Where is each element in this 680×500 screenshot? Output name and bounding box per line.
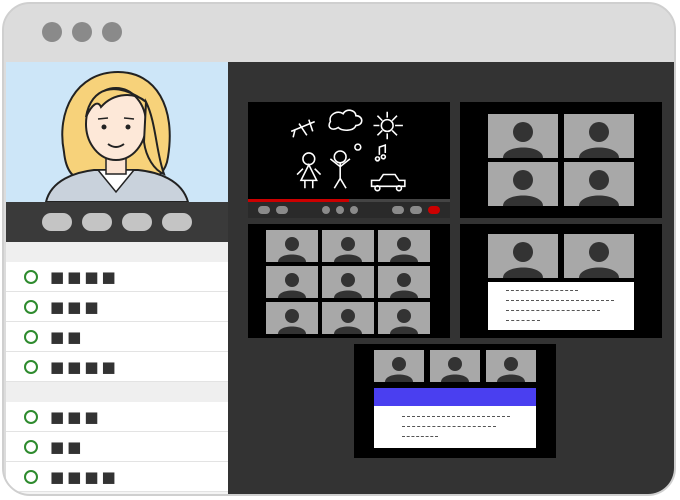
person-icon: [278, 237, 306, 262]
person-icon: [278, 309, 306, 334]
list-item[interactable]: ■■■■: [6, 262, 228, 292]
list-item-label: ■■: [50, 327, 85, 346]
status-circle-icon: [24, 409, 38, 424]
grid-notes-banner-tile[interactable]: [354, 344, 556, 458]
participant-thumb[interactable]: [564, 114, 634, 158]
self-video: [6, 62, 228, 202]
status-circle-icon: [24, 299, 38, 314]
participant-thumb[interactable]: [378, 266, 430, 298]
note-line: [506, 320, 540, 321]
featured-video-tile[interactable]: [248, 102, 450, 218]
notes-panel[interactable]: [488, 282, 634, 330]
minimize-window-button[interactable]: [72, 22, 92, 42]
volume-button[interactable]: [392, 206, 404, 214]
video-controls-bar: [248, 202, 450, 218]
person-icon: [441, 357, 469, 382]
person-icon: [390, 237, 418, 262]
participant-thumb[interactable]: [374, 350, 424, 382]
participant-thumb[interactable]: [564, 162, 634, 206]
person-icon: [385, 357, 413, 382]
notes-panel[interactable]: [374, 406, 536, 448]
list-item[interactable]: ■■■■: [6, 352, 228, 382]
participant-list: ■■■■ ■■■ ■■ ■■■■ ■■■ ■■ ■■■■: [6, 242, 228, 492]
note-line: [402, 416, 510, 417]
list-item[interactable]: ■■■■: [6, 462, 228, 492]
participant-thumb[interactable]: [322, 302, 374, 334]
person-icon: [579, 122, 619, 158]
settings-button[interactable]: [410, 206, 422, 214]
list-group-header: [6, 382, 228, 402]
note-line: [402, 426, 496, 427]
control-dot-2[interactable]: [336, 206, 344, 214]
list-item-label: ■■■■: [50, 357, 119, 376]
list-item-label: ■■■: [50, 407, 102, 426]
rewind-button[interactable]: [276, 206, 288, 214]
participant-thumb[interactable]: [564, 234, 634, 278]
participant-thumb[interactable]: [378, 302, 430, 334]
person-icon: [334, 237, 362, 262]
list-item-label: ■■■■: [50, 267, 119, 286]
record-button[interactable]: [428, 206, 440, 214]
maximize-window-button[interactable]: [102, 22, 122, 42]
person-icon: [334, 273, 362, 298]
participant-thumb[interactable]: [266, 266, 318, 298]
status-circle-icon: [24, 329, 38, 344]
list-item[interactable]: ■■■: [6, 402, 228, 432]
person-icon: [334, 309, 362, 334]
list-item[interactable]: ■■: [6, 322, 228, 352]
list-item-label: ■■■: [50, 297, 102, 316]
note-line: [506, 300, 614, 301]
woman-avatar-icon: [44, 70, 190, 202]
person-icon: [503, 122, 543, 158]
close-window-button[interactable]: [42, 22, 62, 42]
person-icon: [390, 273, 418, 298]
control-dot-3[interactable]: [350, 206, 358, 214]
participant-thumb[interactable]: [322, 230, 374, 262]
person-icon: [278, 273, 306, 298]
participant-thumb[interactable]: [488, 114, 558, 158]
grid-3x3-tile[interactable]: [248, 224, 450, 338]
title-bar: [4, 4, 674, 62]
blue-banner: [374, 388, 536, 406]
participant-thumb[interactable]: [488, 234, 558, 278]
participant-thumb[interactable]: [486, 350, 536, 382]
control-dot-1[interactable]: [322, 206, 330, 214]
status-circle-icon: [24, 439, 38, 454]
person-icon: [497, 357, 525, 382]
status-circle-icon: [24, 269, 38, 284]
list-item-label: ■■■■: [50, 467, 119, 486]
grid-2x2-tile[interactable]: [460, 102, 662, 218]
self-controls-bar: [6, 202, 228, 242]
participant-thumb[interactable]: [430, 350, 480, 382]
person-icon: [579, 242, 619, 278]
status-circle-icon: [24, 469, 38, 484]
grid-notes-tile[interactable]: [460, 224, 662, 338]
video-stage: [228, 62, 674, 494]
person-icon: [390, 309, 418, 334]
person-icon: [579, 170, 619, 206]
list-item[interactable]: ■■: [6, 432, 228, 462]
app-window: ■■■■ ■■■ ■■ ■■■■ ■■■ ■■ ■■■■: [2, 2, 676, 496]
control-button-2[interactable]: [82, 213, 112, 231]
note-line: [402, 436, 438, 437]
control-button-3[interactable]: [122, 213, 152, 231]
control-button-1[interactable]: [42, 213, 72, 231]
participant-thumb[interactable]: [266, 302, 318, 334]
status-circle-icon: [24, 359, 38, 374]
participant-thumb[interactable]: [266, 230, 318, 262]
list-group-header: [6, 242, 228, 262]
play-button[interactable]: [258, 206, 270, 214]
list-item[interactable]: ■■■: [6, 292, 228, 322]
participant-thumb[interactable]: [378, 230, 430, 262]
note-line: [506, 290, 578, 291]
participant-thumb[interactable]: [322, 266, 374, 298]
participant-thumb[interactable]: [488, 162, 558, 206]
note-line: [506, 310, 600, 311]
sidebar: ■■■■ ■■■ ■■ ■■■■ ■■■ ■■ ■■■■: [6, 62, 228, 494]
chalk-drawing-icon: [290, 109, 406, 192]
person-icon: [503, 170, 543, 206]
control-button-4[interactable]: [162, 213, 192, 231]
person-icon: [503, 242, 543, 278]
list-item-label: ■■: [50, 437, 85, 456]
